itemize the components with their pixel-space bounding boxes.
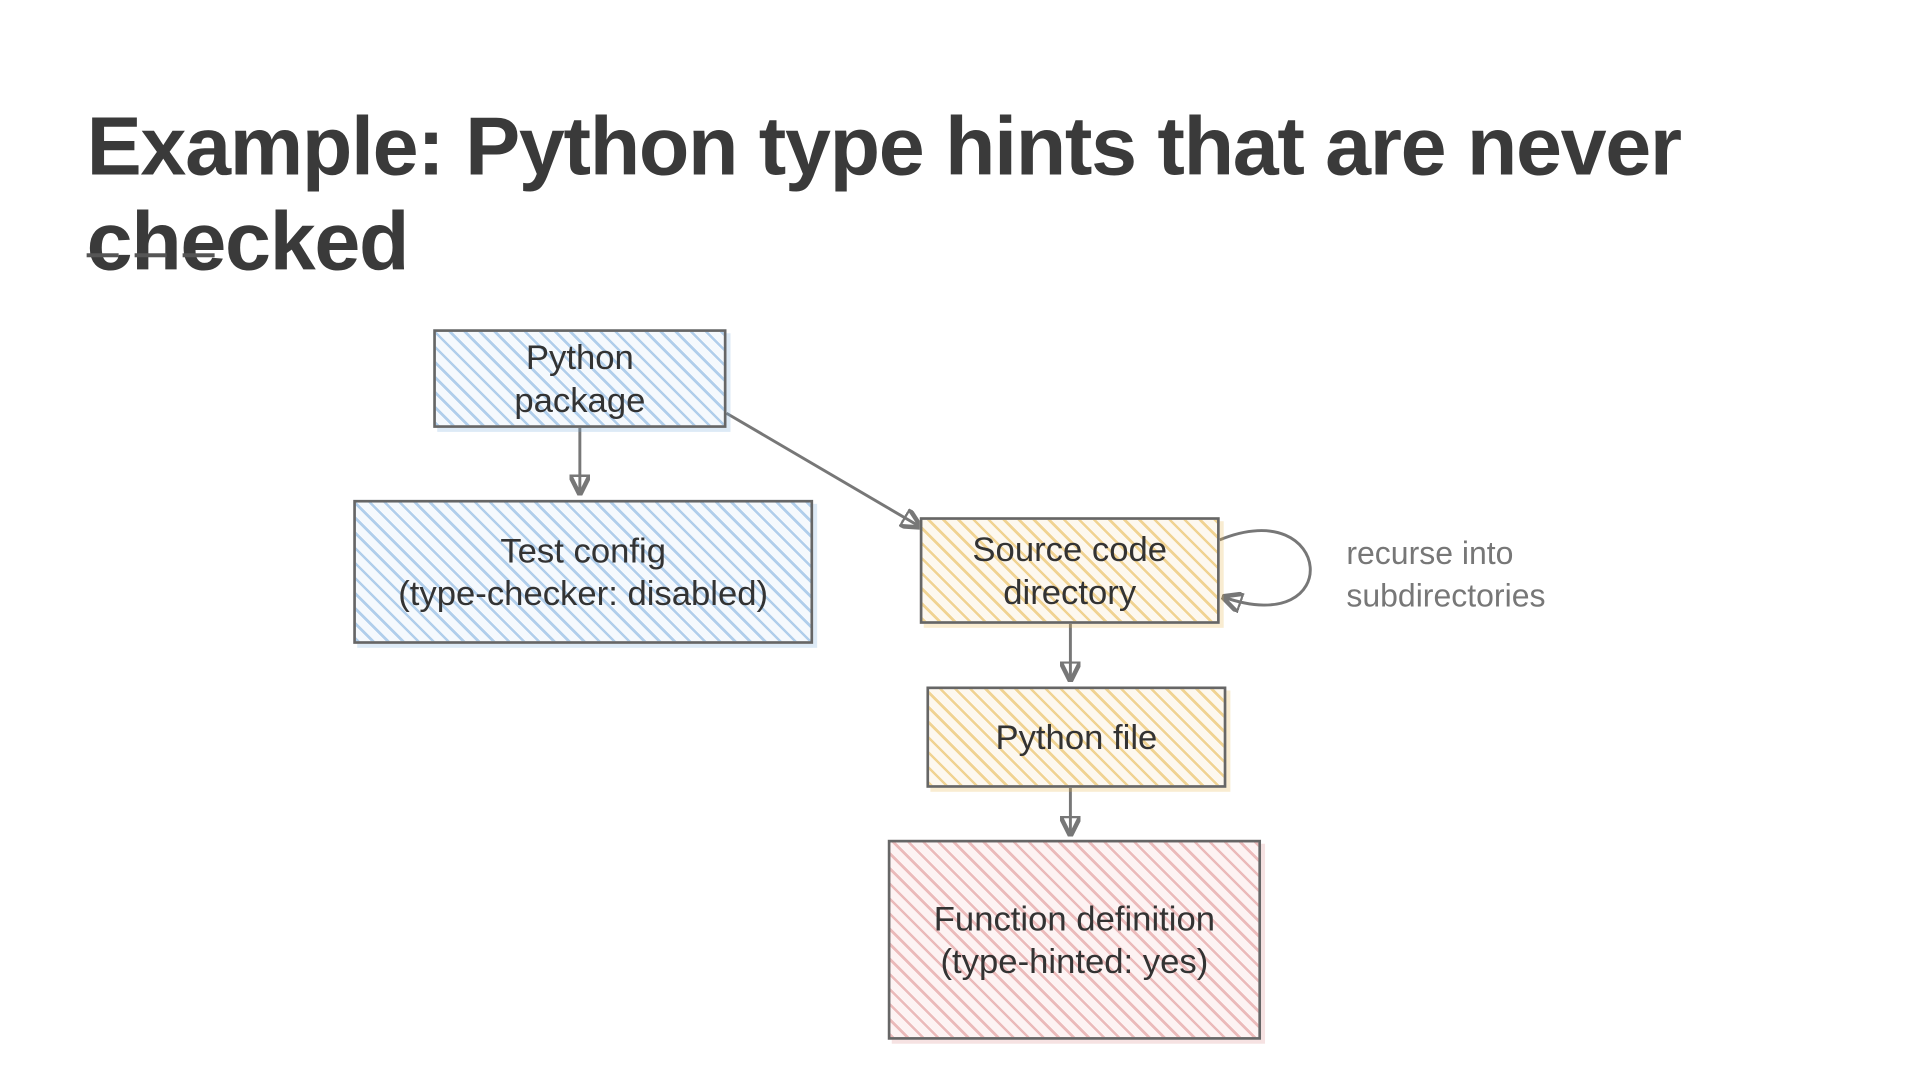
title-underline-dashes <box>87 253 215 257</box>
slide: Example: Python type hints that are neve… <box>0 0 1920 1080</box>
node-label: Source codedirectory <box>972 527 1167 614</box>
node-label: Function definition(type-hinted: yes) <box>934 896 1215 983</box>
node-source-directory: Source codedirectory <box>920 517 1220 624</box>
slide-title: Example: Python type hints that are neve… <box>87 100 1920 289</box>
node-function-definition: Function definition(type-hinted: yes) <box>888 840 1261 1040</box>
node-python-file: Python file <box>926 686 1226 787</box>
recurse-annotation: recurse intosubdirectories <box>1346 533 1613 619</box>
node-label: Test config(type-checker: disabled) <box>398 529 768 616</box>
node-test-config: Test config(type-checker: disabled) <box>353 500 813 644</box>
node-label: Pythonpackage <box>514 335 645 422</box>
node-python-package: Pythonpackage <box>433 329 726 428</box>
edge-srcdir-selfloop <box>1220 531 1311 605</box>
node-label: Python file <box>995 715 1157 758</box>
